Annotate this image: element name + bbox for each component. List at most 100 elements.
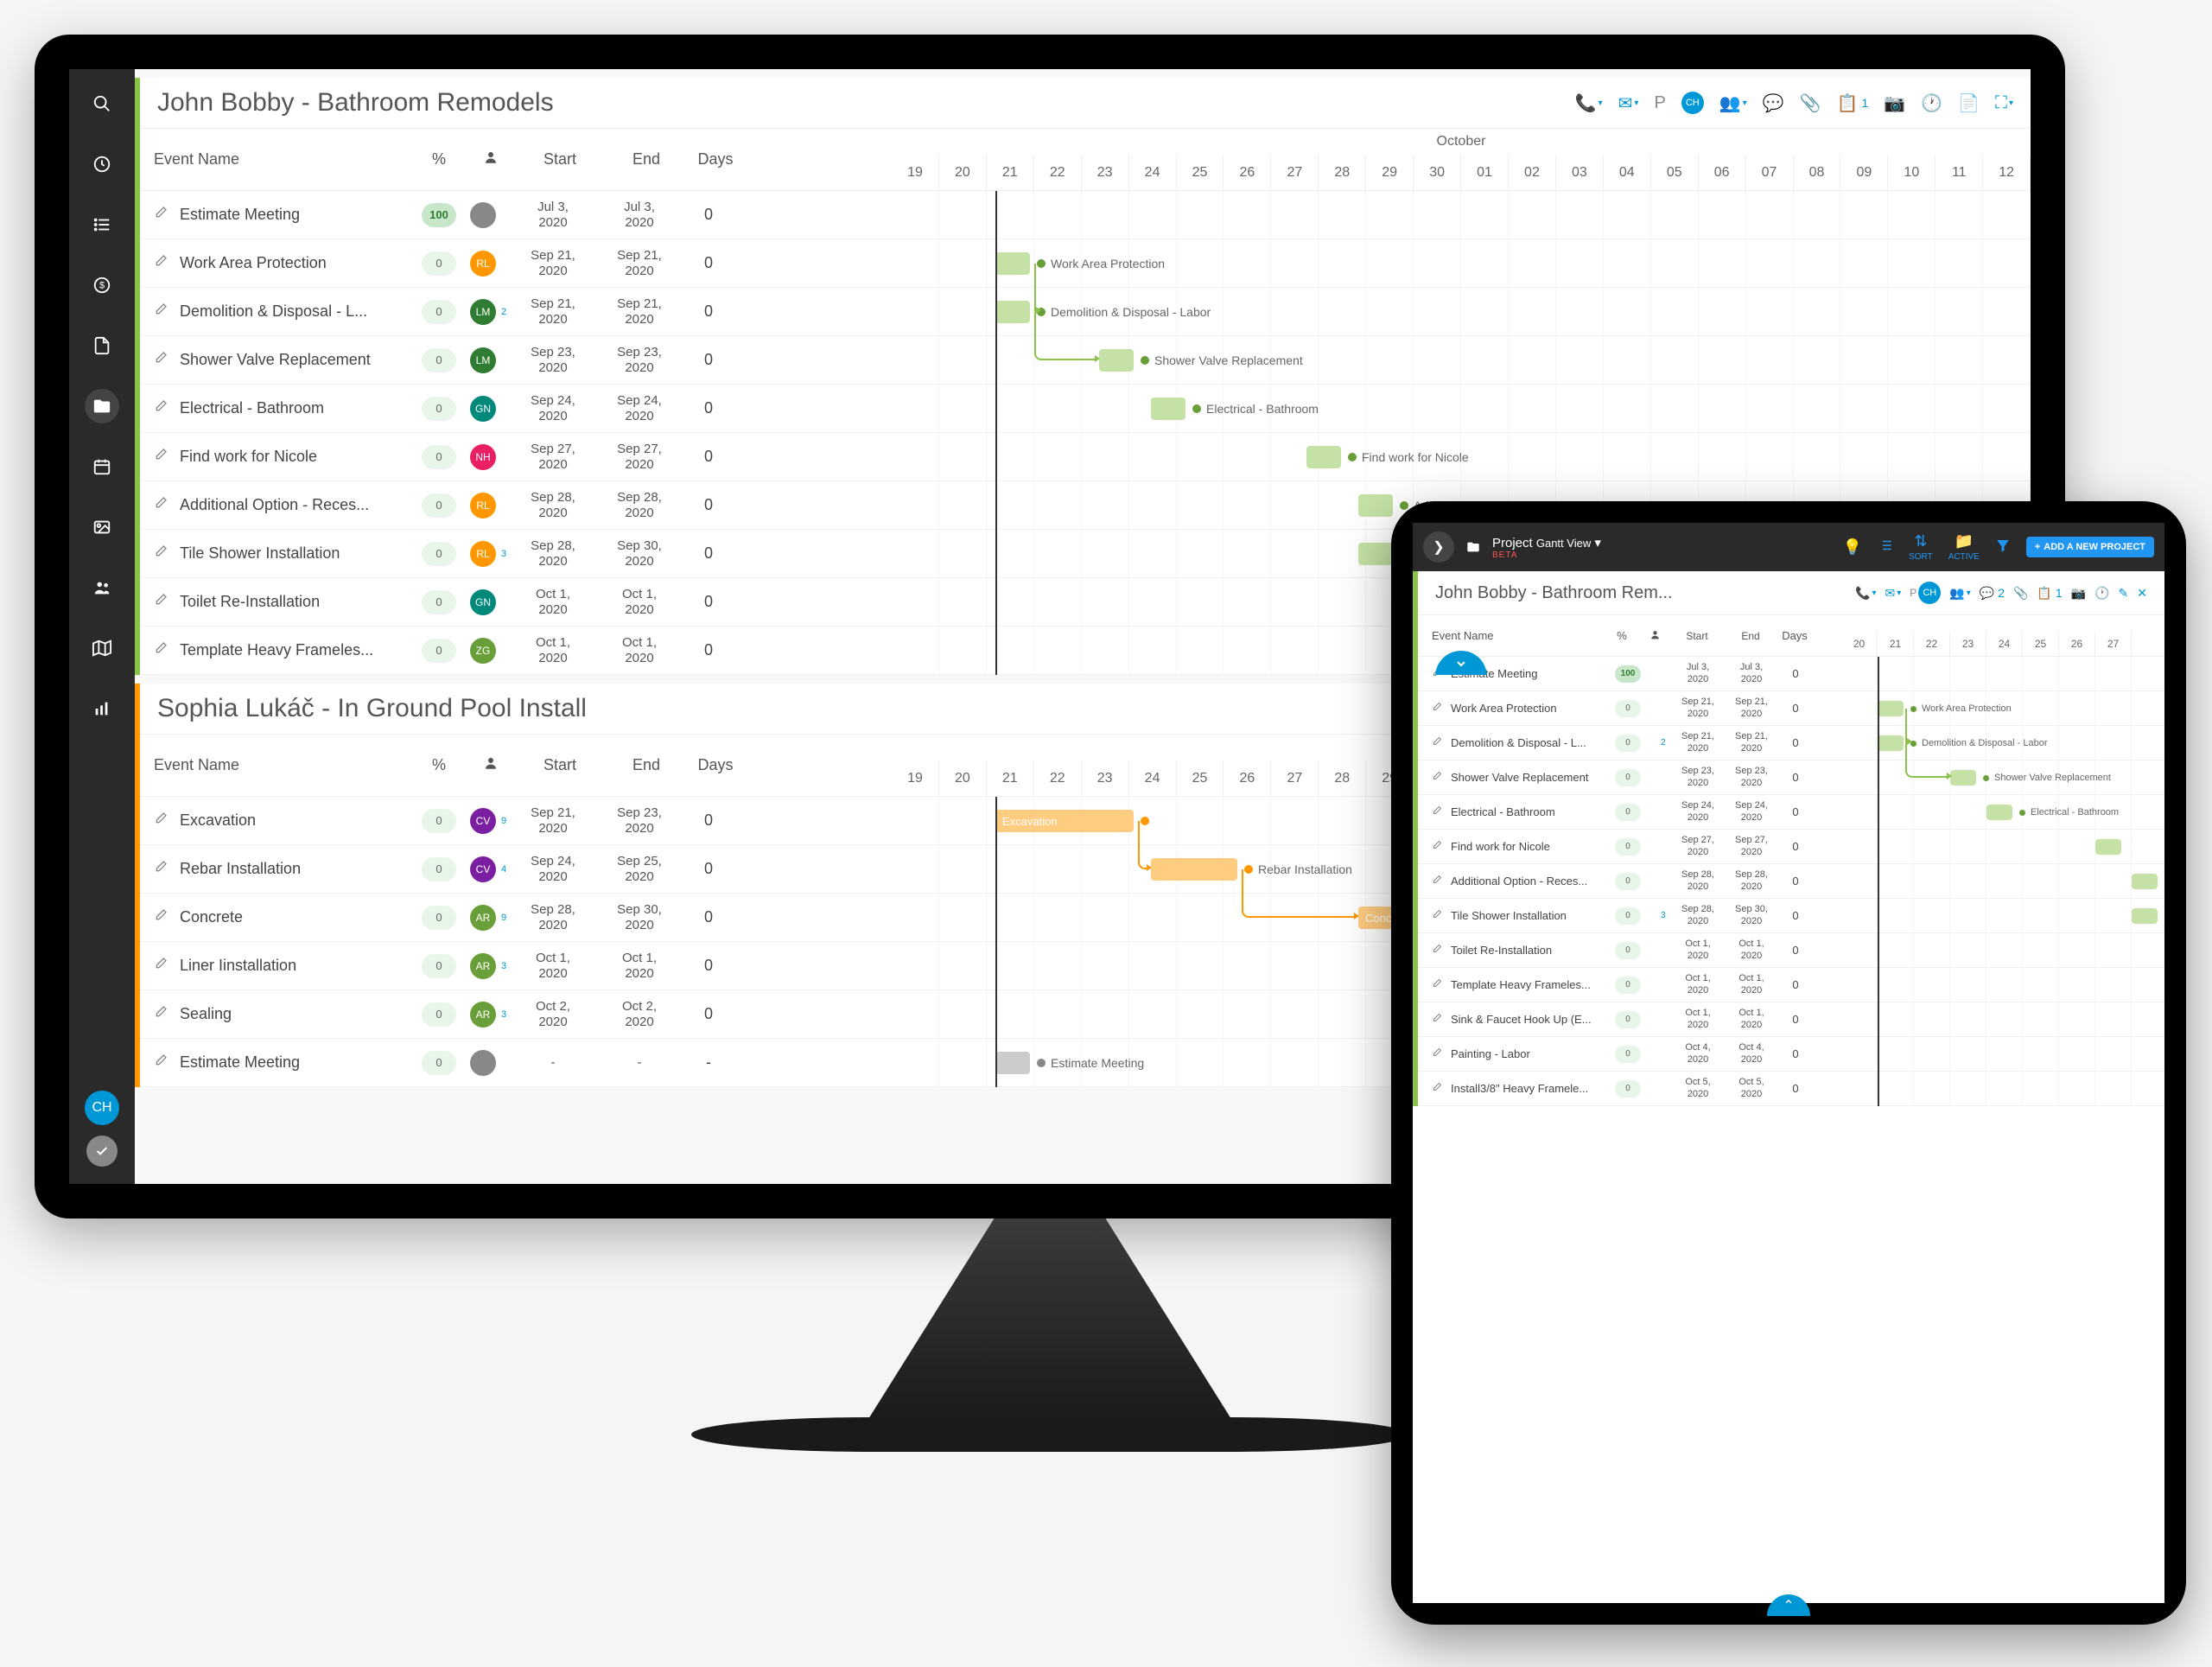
calendar-icon[interactable] [85,449,119,484]
gantt-bar[interactable]: Find work for Nicole [1306,446,1341,468]
assignee-avatar[interactable] [470,1050,496,1076]
edit-row-icon[interactable] [154,593,180,611]
image-icon[interactable] [85,510,119,544]
edit-row-icon[interactable] [154,811,180,830]
sort-button[interactable]: ⇅SORT [1909,532,1933,562]
gantt-bar[interactable] [2132,874,2158,889]
time-icon[interactable]: 🕐 [1921,92,1942,114]
p-label[interactable]: P CH [1910,582,1941,604]
assignee-avatar[interactable]: CV [470,856,496,882]
doc-icon[interactable]: 📄 [1958,92,1980,114]
edit-row-icon[interactable] [1432,840,1451,853]
assignee-avatar[interactable]: GN [470,396,496,422]
list-action-icon[interactable] [1878,538,1893,557]
edit-row-icon[interactable] [154,254,180,272]
add-project-button[interactable]: +ADD A NEW PROJECT [2026,537,2154,557]
edit-row-icon[interactable] [1432,1082,1451,1095]
expand-icon[interactable]: ⛶▾ [1995,93,2013,113]
search-icon[interactable] [85,86,119,121]
mail-icon[interactable]: ✉▾ [1885,586,1902,601]
edit-row-icon[interactable] [1432,1013,1451,1026]
people-icon[interactable] [85,570,119,605]
filter-icon[interactable] [1995,538,2011,557]
gantt-bar[interactable]: Excavation [995,810,1134,832]
gantt-bar[interactable]: Demolition & Disposal - Labor [1878,735,1904,751]
edit-row-icon[interactable] [154,302,180,321]
assignee-avatar[interactable]: LM [470,347,496,373]
assignee-avatar[interactable]: RL [470,493,496,519]
edit-row-icon[interactable] [154,448,180,466]
money-icon[interactable]: $ [85,268,119,302]
phone-icon[interactable]: 📞▾ [1855,586,1876,601]
edit-row-icon[interactable] [1432,736,1451,749]
edit-row-icon[interactable] [154,908,180,926]
active-filter-button[interactable]: 📁ACTIVE [1948,532,1980,562]
edit-row-icon[interactable] [154,860,180,878]
time-icon[interactable]: 🕐 [2094,586,2109,601]
folder-arrow-icon[interactable] [85,389,119,423]
gantt-bar[interactable] [2095,839,2121,855]
gantt-bar[interactable]: Shower Valve Replacement [1099,349,1134,372]
tablet-title-block[interactable]: Project Gantt View ▾ BETA [1492,535,1601,560]
team-icon[interactable]: 👥▾ [1719,92,1747,114]
gantt-bar[interactable]: Work Area Protection [995,252,1030,275]
gantt-bar[interactable]: Estimate Meeting [995,1052,1030,1074]
assignee-avatar[interactable] [470,202,496,228]
assignee-avatar[interactable]: RL [470,251,496,277]
camera-icon[interactable]: 📷 [1884,92,1905,114]
assignee-avatar[interactable]: ZG [470,638,496,664]
notes-icon[interactable]: 📋1 [1837,92,1869,114]
edit-row-icon[interactable] [154,399,180,417]
clock-icon[interactable] [85,147,119,181]
assignee-avatar[interactable]: LM [470,299,496,325]
edit-icon[interactable]: ✎ [2119,586,2129,601]
edit-row-icon[interactable] [154,957,180,975]
assignee-avatar[interactable]: CV [470,808,496,834]
toolbar-avatar[interactable]: CH [1681,92,1704,114]
mail-icon[interactable]: ✉▾ [1618,92,1639,114]
notes-icon[interactable]: 📋1 [2037,586,2062,601]
list-icon[interactable] [85,207,119,242]
edit-row-icon[interactable] [154,351,180,369]
expand-button[interactable]: ⌃ [1767,1594,1810,1603]
assignee-avatar[interactable]: GN [470,589,496,615]
phone-icon[interactable]: 📞▾ [1575,92,1603,114]
back-arrow-icon[interactable]: ❯ [1423,531,1454,563]
attachment-icon[interactable]: 📎 [2013,586,2028,601]
edit-row-icon[interactable] [1432,702,1451,715]
gantt-bar[interactable]: Electrical - Bathroom [1151,398,1185,420]
edit-row-icon[interactable] [1432,909,1451,922]
gantt-bar[interactable] [2132,908,2158,924]
edit-row-icon[interactable] [1432,771,1451,784]
gantt-bar[interactable]: Rebar Installation [1151,858,1237,881]
edit-row-icon[interactable] [1432,805,1451,818]
attachment-icon[interactable]: 📎 [1800,92,1821,114]
chart-icon[interactable] [85,691,119,726]
close-icon[interactable]: ✕ [2137,586,2147,601]
edit-row-icon[interactable] [154,1053,180,1072]
map-icon[interactable] [85,631,119,665]
user-avatar[interactable]: CH [85,1091,119,1125]
edit-row-icon[interactable] [1432,875,1451,888]
edit-row-icon[interactable] [154,544,180,563]
assignee-avatar[interactable]: AR [470,1002,496,1028]
edit-row-icon[interactable] [154,206,180,224]
gantt-bar[interactable]: Additional O [1358,494,1393,517]
camera-icon[interactable]: 📷 [2071,586,2086,601]
chat-icon[interactable]: 💬2 [1980,586,2005,601]
edit-row-icon[interactable] [1432,1047,1451,1060]
assignee-avatar[interactable]: NH [470,444,496,470]
gantt-bar[interactable]: Work Area Protection [1878,701,1904,716]
edit-row-icon[interactable] [154,1005,180,1023]
edit-row-icon[interactable] [1432,944,1451,957]
gantt-bar[interactable]: Demolition & Disposal - Labor [995,301,1030,323]
team-icon[interactable]: 👥▾ [1949,586,1970,601]
check-icon[interactable] [86,1136,118,1167]
document-icon[interactable] [85,328,119,363]
bulb-icon[interactable]: 💡 [1843,538,1862,557]
gantt-bar[interactable]: Shower Valve Replacement [1950,770,1976,786]
chat-icon[interactable]: 💬 [1763,92,1784,114]
assignee-avatar[interactable]: RL [470,541,496,567]
edit-row-icon[interactable] [154,496,180,514]
edit-row-icon[interactable] [1432,978,1451,991]
